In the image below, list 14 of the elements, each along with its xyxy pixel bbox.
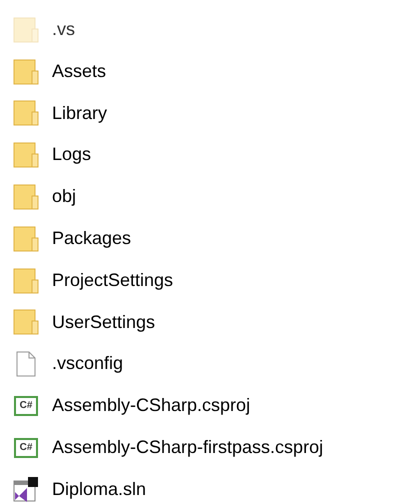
file-name[interactable]: obj — [52, 186, 76, 208]
file-name[interactable]: UserSettings — [52, 312, 156, 334]
file-name[interactable]: .vsconfig — [52, 353, 124, 376]
csharp-file-icon: C# — [14, 438, 38, 458]
file-name[interactable]: Packages — [52, 228, 132, 250]
file-name[interactable]: Library — [52, 102, 108, 124]
file-name[interactable]: Assembly-CSharp-firstpass.csproj — [52, 437, 324, 459]
csharp-file-icon: C# — [14, 396, 38, 416]
file-name[interactable]: Diploma.sln — [52, 478, 146, 500]
file-name[interactable]: ProjectSettings — [52, 270, 174, 292]
file-name[interactable]: Assembly-CSharp.csproj — [52, 395, 250, 417]
file-name[interactable]: Assets — [52, 60, 106, 82]
file-name[interactable]: Logs — [52, 144, 92, 166]
file-name[interactable]: .vs — [52, 19, 76, 41]
